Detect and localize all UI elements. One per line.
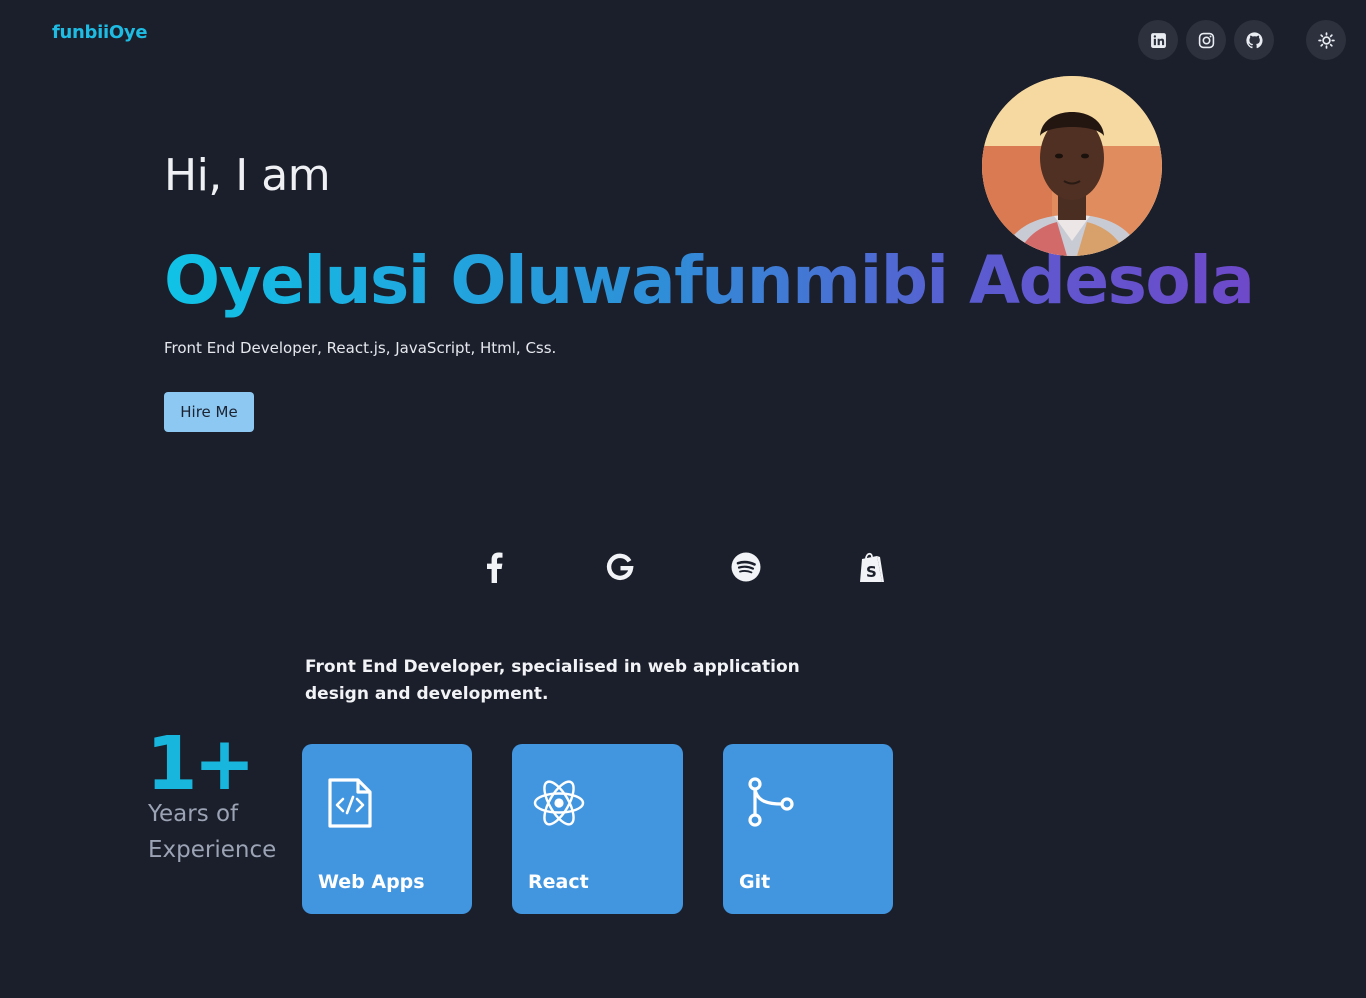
code-file-icon — [328, 778, 372, 828]
skill-card-react[interactable]: React — [512, 744, 683, 914]
react-icon — [533, 780, 585, 826]
github-icon — [1245, 31, 1263, 48]
avatar — [982, 76, 1162, 256]
skill-card-web-apps[interactable]: Web Apps — [302, 744, 472, 914]
hero-greeting: Hi, I am — [164, 150, 331, 201]
spotify-icon — [728, 549, 764, 585]
shopify-icon: S — [854, 549, 890, 585]
skill-card-git[interactable]: Git — [723, 744, 893, 914]
instagram-icon — [1198, 32, 1214, 48]
git-branch-icon — [748, 777, 794, 827]
hero-tagline: Front End Developer, React.js, JavaScrip… — [164, 339, 557, 357]
profile-photo-icon — [982, 76, 1162, 256]
about-summary: Front End Developer, specialised in web … — [305, 657, 800, 704]
portfolio-page: funbiiOye Hi, I am Oyelusi Oluwafunmibi … — [0, 0, 1366, 998]
github-button[interactable] — [1234, 20, 1274, 60]
linkedin-button[interactable] — [1138, 20, 1178, 60]
years-count: 1+ — [146, 721, 255, 807]
instagram-button[interactable] — [1186, 20, 1226, 60]
years-label: Years of Experience — [148, 796, 288, 868]
svg-text:S: S — [866, 563, 877, 581]
skill-label-react: React — [528, 871, 589, 893]
years-label-line1: Years of — [148, 801, 239, 827]
sun-icon — [1317, 31, 1335, 49]
facebook-icon — [476, 549, 512, 585]
linkedin-icon — [1150, 32, 1166, 48]
hire-me-button[interactable]: Hire Me — [164, 392, 254, 432]
theme-toggle-button[interactable] — [1306, 20, 1346, 60]
brand-logo[interactable]: funbiiOye — [52, 22, 148, 43]
skill-label-git: Git — [739, 871, 771, 893]
skill-label-web-apps: Web Apps — [318, 871, 425, 893]
years-label-line2: Experience — [148, 837, 277, 863]
google-icon — [602, 549, 638, 585]
